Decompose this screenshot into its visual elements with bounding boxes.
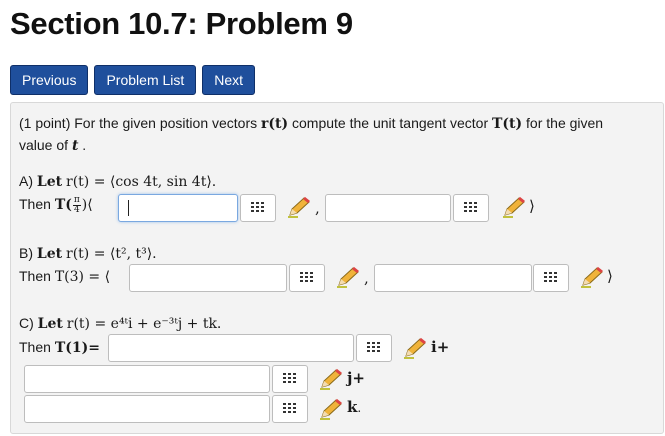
variable-t: t bbox=[71, 138, 79, 154]
angle-bracket-close: ⟩ bbox=[529, 197, 535, 215]
part-a-statement: A) Let r(t) = ⟨cos 4t, sin 4t⟩. bbox=[19, 173, 216, 190]
part-c-statement: C) Let r(t) = e⁴ᵗi + e⁻³ᵗj + tk. bbox=[19, 315, 221, 332]
part-c-j-component-input[interactable] bbox=[24, 365, 270, 393]
angle-bracket-close: ⟩ bbox=[607, 267, 613, 285]
pencil-icon[interactable] bbox=[318, 397, 344, 421]
pencil-icon[interactable] bbox=[579, 265, 605, 289]
T-of-3: T(3) = ⟨ bbox=[54, 269, 111, 285]
part-a-then: Then T(π 4)⟨ bbox=[19, 196, 93, 215]
statement-text: For the given position vectors bbox=[74, 115, 258, 131]
part-b-then: Then T(3) = ⟨ bbox=[19, 268, 110, 285]
T-suffix: )⟨ bbox=[81, 197, 93, 214]
part-c-k-component-input[interactable] bbox=[24, 395, 270, 423]
let-text: Let bbox=[37, 316, 63, 332]
let-text: Let bbox=[36, 246, 63, 262]
part-b-function: r(t) = ⟨t², t³⟩. bbox=[66, 246, 157, 262]
T-prefix: T( bbox=[54, 197, 72, 214]
k-letter: k bbox=[347, 398, 358, 416]
statement-text: for the given bbox=[526, 115, 604, 131]
equation-editor-grid-icon[interactable] bbox=[272, 395, 308, 423]
pencil-icon[interactable] bbox=[286, 195, 312, 219]
unit-vector-k: k. bbox=[347, 398, 361, 416]
part-c-i-component-input[interactable] bbox=[108, 334, 354, 362]
pencil-icon[interactable] bbox=[318, 367, 344, 391]
comma: , bbox=[364, 269, 369, 287]
part-label: A) bbox=[19, 173, 33, 189]
problem-list-button[interactable]: Problem List bbox=[94, 65, 197, 95]
period: . bbox=[357, 401, 362, 415]
part-c-then: Then T(1)= bbox=[19, 339, 100, 356]
T-of-1: T(1)= bbox=[54, 340, 100, 356]
page-title: Section 10.7: Problem 9 bbox=[10, 6, 353, 41]
equation-editor-grid-icon[interactable] bbox=[240, 194, 276, 222]
fraction-denominator: 4 bbox=[73, 205, 80, 215]
then-text: Then bbox=[19, 268, 51, 284]
statement-text: . bbox=[82, 137, 87, 153]
r-of-t: r(t) bbox=[261, 116, 289, 132]
part-a-answer-1-input[interactable] bbox=[118, 194, 238, 222]
next-button[interactable]: Next bbox=[202, 65, 256, 95]
pencil-icon[interactable] bbox=[402, 336, 428, 360]
equation-editor-grid-icon[interactable] bbox=[289, 264, 325, 292]
then-text: Then bbox=[19, 196, 51, 213]
part-b-statement: B) Let r(t) = ⟨t², t³⟩. bbox=[19, 245, 157, 262]
pencil-icon[interactable] bbox=[335, 265, 361, 289]
part-c-function: r(t) = e⁴ᵗi + e⁻³ᵗj + tk. bbox=[66, 316, 222, 332]
problem-panel: (1 point) For the given position vectors… bbox=[10, 102, 664, 434]
text-caret bbox=[128, 200, 129, 216]
part-b-answer-2-input[interactable] bbox=[374, 264, 532, 292]
pi-over-4-fraction: π4 bbox=[72, 196, 81, 215]
points-label: (1 point) bbox=[19, 115, 71, 131]
problem-nav: Previous Problem List Next bbox=[10, 65, 256, 95]
part-label: C) bbox=[19, 315, 34, 331]
comma: , bbox=[315, 199, 320, 217]
statement-text: compute the unit tangent vector bbox=[292, 115, 489, 131]
pencil-icon[interactable] bbox=[501, 195, 527, 219]
equation-editor-grid-icon[interactable] bbox=[356, 334, 392, 362]
let-text: Let bbox=[36, 174, 63, 190]
statement-text: value of bbox=[19, 137, 69, 153]
T-of-t: T(t) bbox=[492, 116, 523, 132]
part-a-answer-2-input[interactable] bbox=[325, 194, 451, 222]
equation-editor-grid-icon[interactable] bbox=[453, 194, 489, 222]
equation-editor-grid-icon[interactable] bbox=[272, 365, 308, 393]
part-a-function: r(t) = ⟨cos 4t, sin 4t⟩. bbox=[66, 174, 217, 190]
then-text: Then bbox=[19, 339, 51, 355]
part-label: B) bbox=[19, 245, 33, 261]
previous-button[interactable]: Previous bbox=[10, 65, 89, 95]
unit-vector-i: i+ bbox=[431, 338, 450, 356]
problem-statement: (1 point) For the given position vectors… bbox=[19, 113, 639, 157]
unit-vector-j: j+ bbox=[347, 369, 365, 387]
part-b-answer-1-input[interactable] bbox=[129, 264, 287, 292]
equation-editor-grid-icon[interactable] bbox=[533, 264, 569, 292]
